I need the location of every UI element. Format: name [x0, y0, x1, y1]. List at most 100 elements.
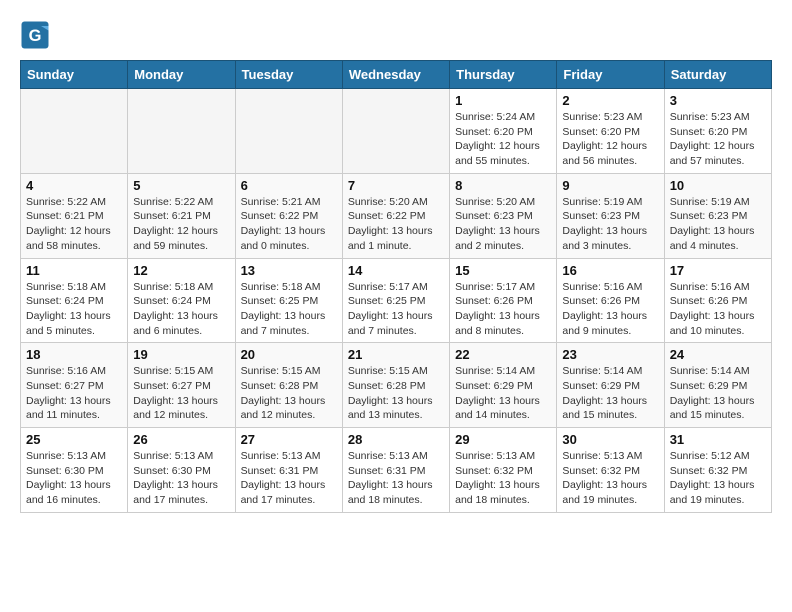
day-number: 22 — [455, 347, 551, 362]
calendar-cell: 7 Sunrise: 5:20 AM Sunset: 6:22 PM Daylig… — [342, 173, 449, 258]
calendar-cell: 13Sunrise: 5:18 AM Sunset: 6:25 PM Dayli… — [235, 258, 342, 343]
calendar-header-row: SundayMondayTuesdayWednesdayThursdayFrid… — [21, 61, 772, 89]
calendar-cell: 24Sunrise: 5:14 AM Sunset: 6:29 PM Dayli… — [664, 343, 771, 428]
calendar-cell: 1Sunrise: 5:24 AM Sunset: 6:20 PM Daylig… — [450, 89, 557, 174]
day-number: 6 — [241, 178, 337, 193]
day-number: 26 — [133, 432, 229, 447]
col-header-sunday: Sunday — [21, 61, 128, 89]
calendar-cell: 14 Sunrise: 5:17 AM Sunset: 6:25 PM Dayli… — [342, 258, 449, 343]
calendar-cell: 31Sunrise: 5:12 AM Sunset: 6:32 PM Dayli… — [664, 428, 771, 513]
calendar-cell: 9 Sunrise: 5:19 AM Sunset: 6:23 PM Daylig… — [557, 173, 664, 258]
page-header: G — [20, 20, 772, 50]
day-info: Sunrise: 5:18 AM Sunset: 6:24 PM Dayligh… — [133, 280, 229, 339]
calendar-cell: 23 Sunrise: 5:14 AM Sunset: 6:29 PM Dayli… — [557, 343, 664, 428]
day-info: Sunrise: 5:15 AM Sunset: 6:28 PM Dayligh… — [348, 364, 444, 423]
day-info: Sunrise: 5:15 AM Sunset: 6:27 PM Dayligh… — [133, 364, 229, 423]
calendar-cell: 6Sunrise: 5:21 AM Sunset: 6:22 PM Daylig… — [235, 173, 342, 258]
day-info: Sunrise: 5:19 AM Sunset: 6:23 PM Dayligh… — [562, 195, 658, 254]
calendar-cell: 28 Sunrise: 5:13 AM Sunset: 6:31 PM Dayli… — [342, 428, 449, 513]
calendar-cell — [128, 89, 235, 174]
day-number: 8 — [455, 178, 551, 193]
day-info: Sunrise: 5:24 AM Sunset: 6:20 PM Dayligh… — [455, 110, 551, 169]
day-info: Sunrise: 5:22 AM Sunset: 6:21 PM Dayligh… — [133, 195, 229, 254]
day-info: Sunrise: 5:16 AM Sunset: 6:27 PM Dayligh… — [26, 364, 122, 423]
day-number: 11 — [26, 263, 122, 278]
day-number: 17 — [670, 263, 766, 278]
day-info: Sunrise: 5:12 AM Sunset: 6:32 PM Dayligh… — [670, 449, 766, 508]
calendar-cell — [235, 89, 342, 174]
calendar-cell: 12 Sunrise: 5:18 AM Sunset: 6:24 PM Dayli… — [128, 258, 235, 343]
col-header-thursday: Thursday — [450, 61, 557, 89]
day-info: Sunrise: 5:14 AM Sunset: 6:29 PM Dayligh… — [670, 364, 766, 423]
day-info: Sunrise: 5:22 AM Sunset: 6:21 PM Dayligh… — [26, 195, 122, 254]
day-info: Sunrise: 5:17 AM Sunset: 6:26 PM Dayligh… — [455, 280, 551, 339]
calendar-cell: 17 Sunrise: 5:16 AM Sunset: 6:26 PM Dayli… — [664, 258, 771, 343]
day-number: 15 — [455, 263, 551, 278]
col-header-monday: Monday — [128, 61, 235, 89]
day-number: 19 — [133, 347, 229, 362]
day-info: Sunrise: 5:13 AM Sunset: 6:30 PM Dayligh… — [133, 449, 229, 508]
week-row-4: 18 Sunrise: 5:16 AM Sunset: 6:27 PM Dayli… — [21, 343, 772, 428]
day-info: Sunrise: 5:20 AM Sunset: 6:22 PM Dayligh… — [348, 195, 444, 254]
day-info: Sunrise: 5:13 AM Sunset: 6:30 PM Dayligh… — [26, 449, 122, 508]
day-info: Sunrise: 5:14 AM Sunset: 6:29 PM Dayligh… — [455, 364, 551, 423]
day-info: Sunrise: 5:16 AM Sunset: 6:26 PM Dayligh… — [562, 280, 658, 339]
calendar-cell: 3 Sunrise: 5:23 AM Sunset: 6:20 PM Daylig… — [664, 89, 771, 174]
col-header-friday: Friday — [557, 61, 664, 89]
day-number: 25 — [26, 432, 122, 447]
day-info: Sunrise: 5:13 AM Sunset: 6:31 PM Dayligh… — [348, 449, 444, 508]
svg-text:G: G — [29, 27, 42, 45]
day-info: Sunrise: 5:20 AM Sunset: 6:23 PM Dayligh… — [455, 195, 551, 254]
calendar-cell: 8 Sunrise: 5:20 AM Sunset: 6:23 PM Daylig… — [450, 173, 557, 258]
day-number: 2 — [562, 93, 658, 108]
calendar-cell: 10Sunrise: 5:19 AM Sunset: 6:23 PM Dayli… — [664, 173, 771, 258]
day-info: Sunrise: 5:13 AM Sunset: 6:32 PM Dayligh… — [455, 449, 551, 508]
day-number: 9 — [562, 178, 658, 193]
day-number: 3 — [670, 93, 766, 108]
day-info: Sunrise: 5:17 AM Sunset: 6:25 PM Dayligh… — [348, 280, 444, 339]
day-info: Sunrise: 5:18 AM Sunset: 6:24 PM Dayligh… — [26, 280, 122, 339]
day-number: 30 — [562, 432, 658, 447]
day-info: Sunrise: 5:13 AM Sunset: 6:31 PM Dayligh… — [241, 449, 337, 508]
logo-icon: G — [20, 20, 50, 50]
calendar-cell: 4 Sunrise: 5:22 AM Sunset: 6:21 PM Daylig… — [21, 173, 128, 258]
calendar-cell: 22 Sunrise: 5:14 AM Sunset: 6:29 PM Dayli… — [450, 343, 557, 428]
calendar-cell: 16 Sunrise: 5:16 AM Sunset: 6:26 PM Dayli… — [557, 258, 664, 343]
calendar-cell: 21 Sunrise: 5:15 AM Sunset: 6:28 PM Dayli… — [342, 343, 449, 428]
calendar-table: SundayMondayTuesdayWednesdayThursdayFrid… — [20, 60, 772, 513]
calendar-cell: 26 Sunrise: 5:13 AM Sunset: 6:30 PM Dayli… — [128, 428, 235, 513]
day-info: Sunrise: 5:14 AM Sunset: 6:29 PM Dayligh… — [562, 364, 658, 423]
day-number: 12 — [133, 263, 229, 278]
calendar-cell: 25 Sunrise: 5:13 AM Sunset: 6:30 PM Dayli… — [21, 428, 128, 513]
day-number: 29 — [455, 432, 551, 447]
day-number: 7 — [348, 178, 444, 193]
calendar-cell: 18 Sunrise: 5:16 AM Sunset: 6:27 PM Dayli… — [21, 343, 128, 428]
calendar-cell: 5 Sunrise: 5:22 AM Sunset: 6:21 PM Daylig… — [128, 173, 235, 258]
day-info: Sunrise: 5:23 AM Sunset: 6:20 PM Dayligh… — [670, 110, 766, 169]
day-number: 21 — [348, 347, 444, 362]
calendar-cell — [21, 89, 128, 174]
day-info: Sunrise: 5:13 AM Sunset: 6:32 PM Dayligh… — [562, 449, 658, 508]
day-info: Sunrise: 5:23 AM Sunset: 6:20 PM Dayligh… — [562, 110, 658, 169]
calendar-cell: 19 Sunrise: 5:15 AM Sunset: 6:27 PM Dayli… — [128, 343, 235, 428]
day-number: 16 — [562, 263, 658, 278]
day-number: 23 — [562, 347, 658, 362]
calendar-cell: 20Sunrise: 5:15 AM Sunset: 6:28 PM Dayli… — [235, 343, 342, 428]
day-number: 18 — [26, 347, 122, 362]
calendar-cell: 29 Sunrise: 5:13 AM Sunset: 6:32 PM Dayli… — [450, 428, 557, 513]
week-row-2: 4 Sunrise: 5:22 AM Sunset: 6:21 PM Daylig… — [21, 173, 772, 258]
day-number: 10 — [670, 178, 766, 193]
col-header-wednesday: Wednesday — [342, 61, 449, 89]
col-header-tuesday: Tuesday — [235, 61, 342, 89]
calendar-cell: 15 Sunrise: 5:17 AM Sunset: 6:26 PM Dayli… — [450, 258, 557, 343]
week-row-3: 11 Sunrise: 5:18 AM Sunset: 6:24 PM Dayli… — [21, 258, 772, 343]
day-number: 5 — [133, 178, 229, 193]
day-info: Sunrise: 5:16 AM Sunset: 6:26 PM Dayligh… — [670, 280, 766, 339]
day-info: Sunrise: 5:15 AM Sunset: 6:28 PM Dayligh… — [241, 364, 337, 423]
week-row-1: 1Sunrise: 5:24 AM Sunset: 6:20 PM Daylig… — [21, 89, 772, 174]
day-number: 4 — [26, 178, 122, 193]
day-number: 14 — [348, 263, 444, 278]
day-number: 13 — [241, 263, 337, 278]
day-number: 28 — [348, 432, 444, 447]
day-number: 27 — [241, 432, 337, 447]
